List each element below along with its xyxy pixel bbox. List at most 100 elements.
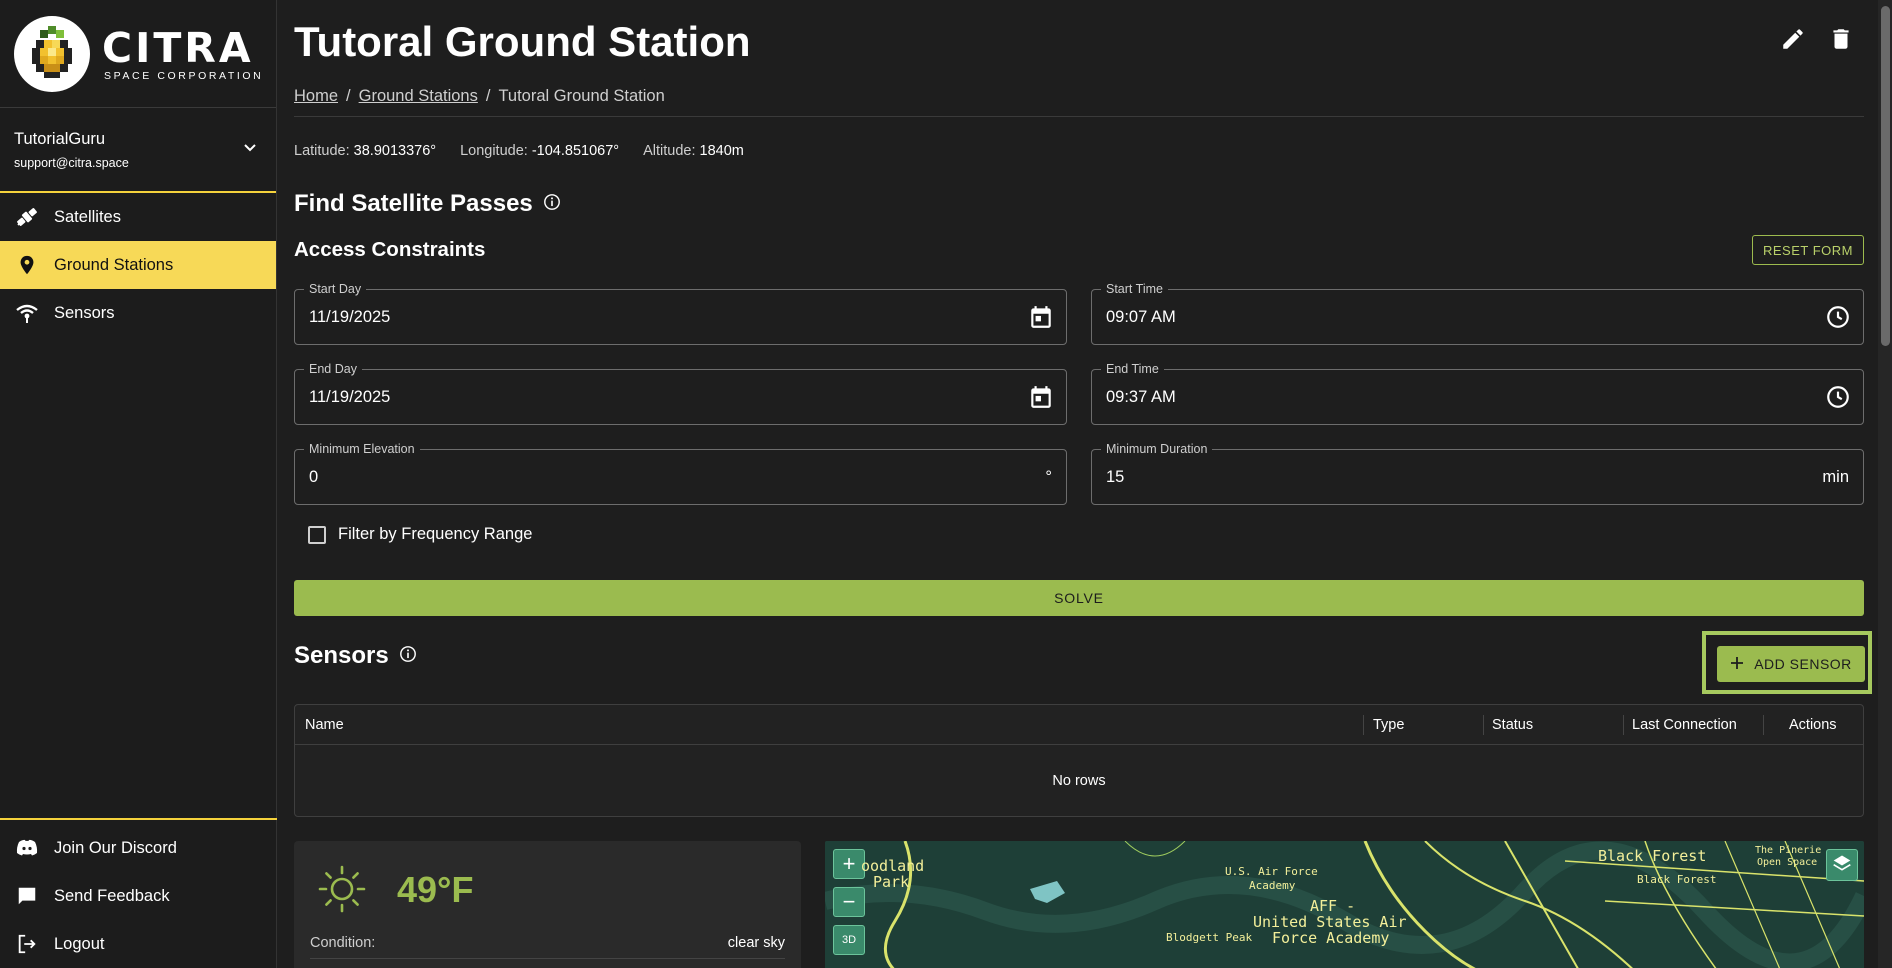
- altitude-label: Altitude:: [643, 143, 696, 159]
- sidebar-item-satellites[interactable]: Satellites: [0, 193, 276, 241]
- map-label: Academy: [1249, 879, 1296, 892]
- sensors-heading: Sensors: [294, 642, 417, 670]
- longitude-value: -104.851067°: [531, 143, 620, 159]
- logo-title: CITRA: [102, 23, 254, 72]
- reset-form-button[interactable]: RESET FORM: [1752, 235, 1864, 265]
- breadcrumb-ground-stations[interactable]: Ground Stations: [359, 87, 478, 105]
- chat-icon: [14, 883, 40, 909]
- sensors-title: Sensors: [294, 642, 389, 669]
- station-coordinates: Latitude: 38.9013376° Longitude: -104.85…: [294, 143, 744, 159]
- end-time-field[interactable]: End Time 09:37 AM: [1091, 362, 1864, 425]
- sidebar-item-label: Sensors: [54, 303, 115, 322]
- column-actions: Actions: [1789, 717, 1837, 733]
- column-separator: [1623, 715, 1624, 735]
- edit-icon[interactable]: [1780, 26, 1808, 54]
- start-time-label: Start Time: [1101, 282, 1168, 296]
- map-label: Black Forest: [1598, 847, 1707, 865]
- start-time-value[interactable]: 09:07 AM: [1106, 308, 1176, 327]
- condition-value: clear sky: [727, 935, 785, 951]
- breadcrumb-separator: /: [485, 87, 491, 105]
- minimum-elevation-field[interactable]: Minimum Elevation 0 °: [294, 442, 1067, 505]
- page-title: Tutoral Ground Station: [294, 18, 751, 65]
- map-label: Force Academy: [1272, 929, 1390, 947]
- temperature: 49°F: [397, 869, 474, 910]
- plus-icon: [1730, 656, 1744, 673]
- minutes-unit: min: [1822, 468, 1849, 486]
- layers-icon: [1832, 853, 1852, 878]
- calendar-icon[interactable]: [1028, 304, 1054, 330]
- sidebar-item-discord[interactable]: Join Our Discord: [0, 824, 277, 872]
- sidebar-item-label: Ground Stations: [54, 255, 174, 274]
- start-day-field[interactable]: Start Day 11/19/2025: [294, 282, 1067, 345]
- user-menu[interactable]: TutorialGuru support@citra.space: [0, 107, 276, 193]
- minimum-duration-value[interactable]: 15: [1106, 468, 1124, 487]
- divider: [294, 116, 1864, 117]
- end-day-value[interactable]: 11/19/2025: [309, 388, 390, 407]
- end-time-value[interactable]: 09:37 AM: [1106, 388, 1176, 407]
- calendar-icon[interactable]: [1028, 384, 1054, 410]
- filter-frequency-row[interactable]: Filter by Frequency Range: [308, 525, 532, 544]
- zoom-out-button[interactable]: −: [833, 887, 865, 917]
- map-label: Blodgett Peak: [1166, 931, 1253, 944]
- column-type[interactable]: Type: [1373, 717, 1404, 733]
- clock-icon[interactable]: [1825, 384, 1851, 410]
- empty-table-message: No rows: [1052, 773, 1106, 789]
- logo[interactable]: CITRA SPACE CORPORATION: [0, 0, 276, 107]
- scrollbar[interactable]: [1878, 0, 1892, 968]
- access-constraints-title: Access Constraints: [294, 238, 486, 261]
- column-last-connection[interactable]: Last Connection: [1632, 717, 1737, 733]
- info-icon[interactable]: [543, 190, 561, 218]
- clock-icon[interactable]: [1825, 304, 1851, 330]
- column-separator: [1363, 715, 1364, 735]
- sidebar-item-label: Join Our Discord: [54, 838, 177, 857]
- altitude-value: 1840m: [699, 143, 744, 159]
- logout-icon: [14, 931, 40, 957]
- user-name: TutorialGuru: [14, 129, 106, 148]
- start-day-value[interactable]: 11/19/2025: [309, 308, 390, 327]
- column-name[interactable]: Name: [305, 717, 344, 733]
- minimum-elevation-value[interactable]: 0: [309, 468, 318, 487]
- logo-subtitle: SPACE CORPORATION: [104, 69, 264, 82]
- add-sensor-button[interactable]: ADD SENSOR: [1717, 646, 1865, 682]
- end-day-field[interactable]: End Day 11/19/2025: [294, 362, 1067, 425]
- breadcrumb-separator: /: [346, 87, 351, 105]
- condition-label: Condition:: [310, 935, 376, 951]
- sun-icon: [318, 865, 366, 913]
- map-label: The Pinerie: [1755, 845, 1822, 856]
- sidebar-item-logout[interactable]: Logout: [0, 920, 277, 968]
- find-passes-title: Find Satellite Passes: [294, 190, 533, 217]
- map-label: Park: [873, 873, 910, 891]
- delete-icon[interactable]: [1828, 26, 1856, 54]
- chevron-down-icon[interactable]: [242, 139, 258, 160]
- end-day-label: End Day: [304, 362, 362, 376]
- sidebar-item-label: Satellites: [54, 207, 121, 226]
- main-content: Tutoral Ground Station Home / Ground Stati…: [294, 0, 1872, 968]
- 3d-toggle-button[interactable]: 3D: [833, 925, 865, 955]
- info-icon[interactable]: [399, 642, 417, 670]
- start-time-field[interactable]: Start Time 09:07 AM: [1091, 282, 1864, 345]
- map[interactable]: + − 3D oodland Park U.S. Air Force Acade…: [825, 841, 1864, 968]
- location-pin-icon: [14, 252, 40, 278]
- sidebar-item-label: Logout: [54, 934, 105, 953]
- minimum-elevation-label: Minimum Elevation: [304, 442, 420, 456]
- table-header: Name Type Status Last Connection Actions: [295, 705, 1863, 745]
- divider: [310, 958, 785, 959]
- filter-frequency-label: Filter by Frequency Range: [338, 525, 533, 543]
- column-separator: [1483, 715, 1484, 735]
- minimum-duration-field[interactable]: Minimum Duration 15 min: [1091, 442, 1864, 505]
- filter-frequency-checkbox[interactable]: [308, 525, 326, 544]
- scrollbar-thumb[interactable]: [1881, 6, 1890, 346]
- antenna-icon: [14, 300, 40, 326]
- longitude-label: Longitude:: [460, 143, 528, 159]
- breadcrumb-home[interactable]: Home: [294, 87, 338, 105]
- sidebar-item-ground-stations[interactable]: Ground Stations: [0, 241, 276, 289]
- solve-button[interactable]: SOLVE: [294, 580, 1864, 616]
- sidebar-item-feedback[interactable]: Send Feedback: [0, 872, 277, 920]
- citra-logo-icon: [14, 15, 90, 92]
- latitude-value: 38.9013376°: [353, 143, 437, 159]
- sidebar-item-label: Send Feedback: [54, 886, 170, 905]
- column-status[interactable]: Status: [1492, 717, 1533, 733]
- sidebar-item-sensors[interactable]: Sensors: [0, 289, 276, 337]
- satellite-icon: [14, 204, 40, 230]
- layers-button[interactable]: [1826, 849, 1858, 881]
